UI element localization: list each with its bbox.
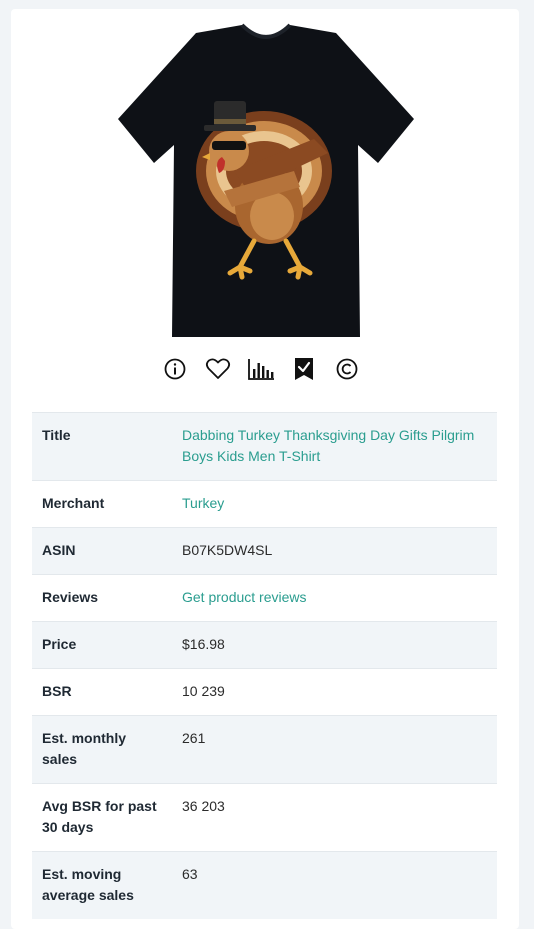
row-label-moving-avg-sales: Est. moving average sales (42, 866, 134, 903)
table-row: Est. moving average sales 63 (32, 851, 497, 919)
bsr-value: 10 239 (182, 683, 225, 699)
t-shirt-turkey-image (118, 23, 414, 337)
row-label-merchant: Merchant (42, 495, 105, 511)
asin-value: B07K5DW4SL (182, 542, 273, 558)
row-label-reviews: Reviews (42, 589, 99, 605)
copyright-icon[interactable] (333, 355, 361, 383)
row-label-avg-bsr: Avg BSR for past 30 days (42, 798, 157, 835)
row-label-title: Title (42, 427, 71, 443)
monthly-sales-value: 261 (182, 730, 206, 746)
row-label-asin: ASIN (42, 542, 76, 558)
info-icon[interactable] (161, 355, 189, 383)
price-value: $16.98 (182, 636, 225, 652)
table-row: Avg BSR for past 30 days 36 203 (32, 783, 497, 852)
product-card: Title Dabbing Turkey Thanksgiving Day Gi… (11, 9, 519, 929)
table-row: Price $16.98 (32, 621, 497, 669)
bar-chart-icon[interactable] (247, 355, 275, 383)
merchant-link[interactable]: Turkey (172, 481, 497, 528)
heart-icon[interactable] (204, 355, 232, 383)
bookmark-check-icon[interactable] (290, 355, 318, 383)
product-image[interactable] (114, 21, 418, 343)
table-row: BSR 10 239 (32, 668, 497, 716)
action-icon-bar (161, 353, 361, 385)
row-label-price: Price (42, 636, 77, 652)
product-title-link[interactable]: Dabbing Turkey Thanksgiving Day Gifts Pi… (172, 413, 497, 481)
table-row: Merchant Turkey (32, 480, 497, 528)
reviews-link[interactable]: Get product reviews (172, 575, 497, 622)
table-row: Est. monthly sales 261 (32, 715, 497, 784)
avg-bsr-value: 36 203 (182, 798, 225, 814)
table-row: ASIN B07K5DW4SL (32, 527, 497, 575)
moving-avg-sales-value: 63 (182, 866, 198, 882)
table-row: Reviews Get product reviews (32, 574, 497, 622)
row-label-monthly-sales: Est. monthly sales (42, 730, 127, 767)
row-label-bsr: BSR (42, 683, 72, 699)
product-details-table: Title Dabbing Turkey Thanksgiving Day Gi… (32, 412, 497, 919)
table-row: Title Dabbing Turkey Thanksgiving Day Gi… (32, 412, 497, 481)
